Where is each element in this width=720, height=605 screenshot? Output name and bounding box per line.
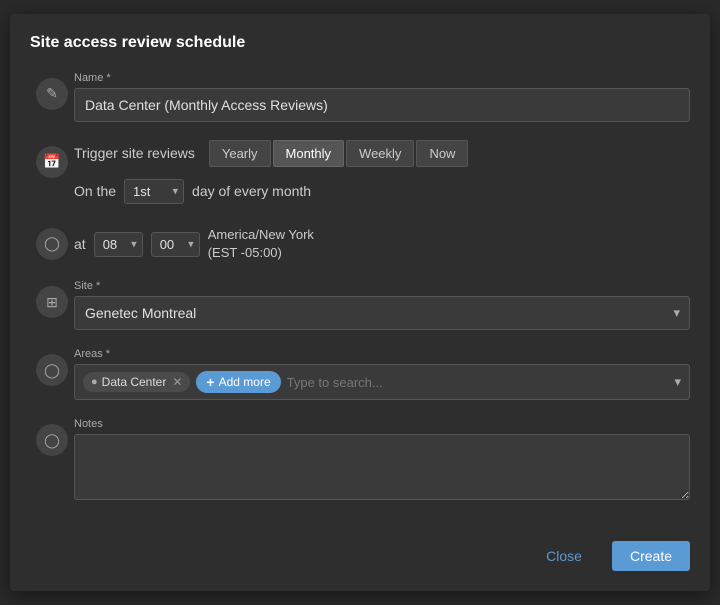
note-icon: ◯	[36, 424, 68, 456]
minute-select[interactable]: 00 15 30 45	[151, 232, 200, 257]
dialog-title: Site access review schedule	[30, 34, 690, 52]
at-row: at 08 09 10 00 15 30 45	[74, 226, 690, 262]
weekly-button[interactable]: Weekly	[346, 140, 414, 167]
create-button[interactable]: Create	[612, 541, 690, 571]
notes-row: ◯ Notes	[30, 418, 690, 505]
site-field-col: Site * Genetec Montreal	[74, 280, 690, 330]
areas-row: ◯ Areas * ● Data Center ✕ + Add more Typ…	[30, 348, 690, 400]
clock-icon: ◯	[36, 228, 68, 260]
timezone-line2: (EST -05:00)	[208, 244, 314, 262]
monthly-button[interactable]: Monthly	[273, 140, 345, 167]
add-more-button[interactable]: + Add more	[196, 371, 280, 393]
location-icon: ◯	[36, 354, 68, 386]
name-field-col: Name *	[74, 72, 690, 122]
time-icon-col: ◯	[30, 222, 74, 260]
areas-label: Areas *	[74, 348, 690, 360]
trigger-icon-col: 📅	[30, 140, 74, 178]
areas-search-placeholder: Type to search...	[287, 375, 383, 390]
area-tag-label: Data Center	[102, 375, 167, 389]
minute-select-wrapper: 00 15 30 45	[151, 232, 200, 257]
add-more-plus-icon: +	[206, 374, 214, 390]
day-select[interactable]: 1st 2nd 3rd 4th 5th 10th 15th	[124, 179, 184, 204]
notes-input[interactable]	[74, 434, 690, 500]
day-row: On the 1st 2nd 3rd 4th 5th 10th 15th day…	[74, 179, 690, 204]
yearly-button[interactable]: Yearly	[209, 140, 271, 167]
at-label: at	[74, 236, 86, 252]
name-row: ✎ Name *	[30, 72, 690, 122]
site-label: Site *	[74, 280, 690, 292]
name-icon-col: ✎	[30, 72, 74, 110]
areas-container[interactable]: ● Data Center ✕ + Add more Type to searc…	[74, 364, 690, 400]
area-tag-icon: ●	[91, 376, 98, 388]
now-button[interactable]: Now	[416, 140, 468, 167]
site-select-wrapper: Genetec Montreal	[74, 296, 690, 330]
calendar-icon: 📅	[36, 146, 68, 178]
site-icon-col: ⊞	[30, 280, 74, 318]
area-tag: ● Data Center ✕	[83, 372, 190, 392]
areas-field-col: Areas * ● Data Center ✕ + Add more Type …	[74, 348, 690, 400]
grid-icon: ⊞	[36, 286, 68, 318]
dialog: Site access review schedule ✎ Name * 📅 T…	[10, 14, 710, 591]
trigger-row: 📅 Trigger site reviews Yearly Monthly We…	[30, 140, 690, 204]
trigger-label: Trigger site reviews	[74, 145, 195, 161]
hour-select-wrapper: 08 09 10	[94, 232, 143, 257]
trigger-field-col: Trigger site reviews Yearly Monthly Week…	[74, 140, 690, 204]
areas-dropdown-icon: ▾	[674, 374, 681, 390]
timezone-text: America/New York (EST -05:00)	[208, 226, 314, 262]
time-field-col: at 08 09 10 00 15 30 45	[74, 222, 690, 262]
area-tag-close[interactable]: ✕	[172, 375, 182, 389]
notes-label: Notes	[74, 418, 690, 430]
time-row: ◯ at 08 09 10 00 15 30 45	[30, 222, 690, 262]
pencil-icon: ✎	[36, 78, 68, 110]
trigger-btn-group: Yearly Monthly Weekly Now	[209, 140, 469, 167]
trigger-buttons-row: Trigger site reviews Yearly Monthly Week…	[74, 140, 690, 167]
dialog-footer: Close Create	[30, 529, 690, 571]
areas-icon-col: ◯	[30, 348, 74, 386]
site-row: ⊞ Site * Genetec Montreal	[30, 280, 690, 330]
notes-field-col: Notes	[74, 418, 690, 505]
timezone-line1: America/New York	[208, 226, 314, 244]
close-button[interactable]: Close	[528, 541, 600, 571]
notes-icon-col: ◯	[30, 418, 74, 456]
day-suffix: day of every month	[192, 183, 311, 199]
day-select-wrapper: 1st 2nd 3rd 4th 5th 10th 15th	[124, 179, 184, 204]
add-more-label: Add more	[219, 375, 271, 389]
name-label: Name *	[74, 72, 690, 84]
hour-select[interactable]: 08 09 10	[94, 232, 143, 257]
day-prefix: On the	[74, 183, 116, 199]
site-select[interactable]: Genetec Montreal	[74, 296, 690, 330]
name-input[interactable]	[74, 88, 690, 122]
